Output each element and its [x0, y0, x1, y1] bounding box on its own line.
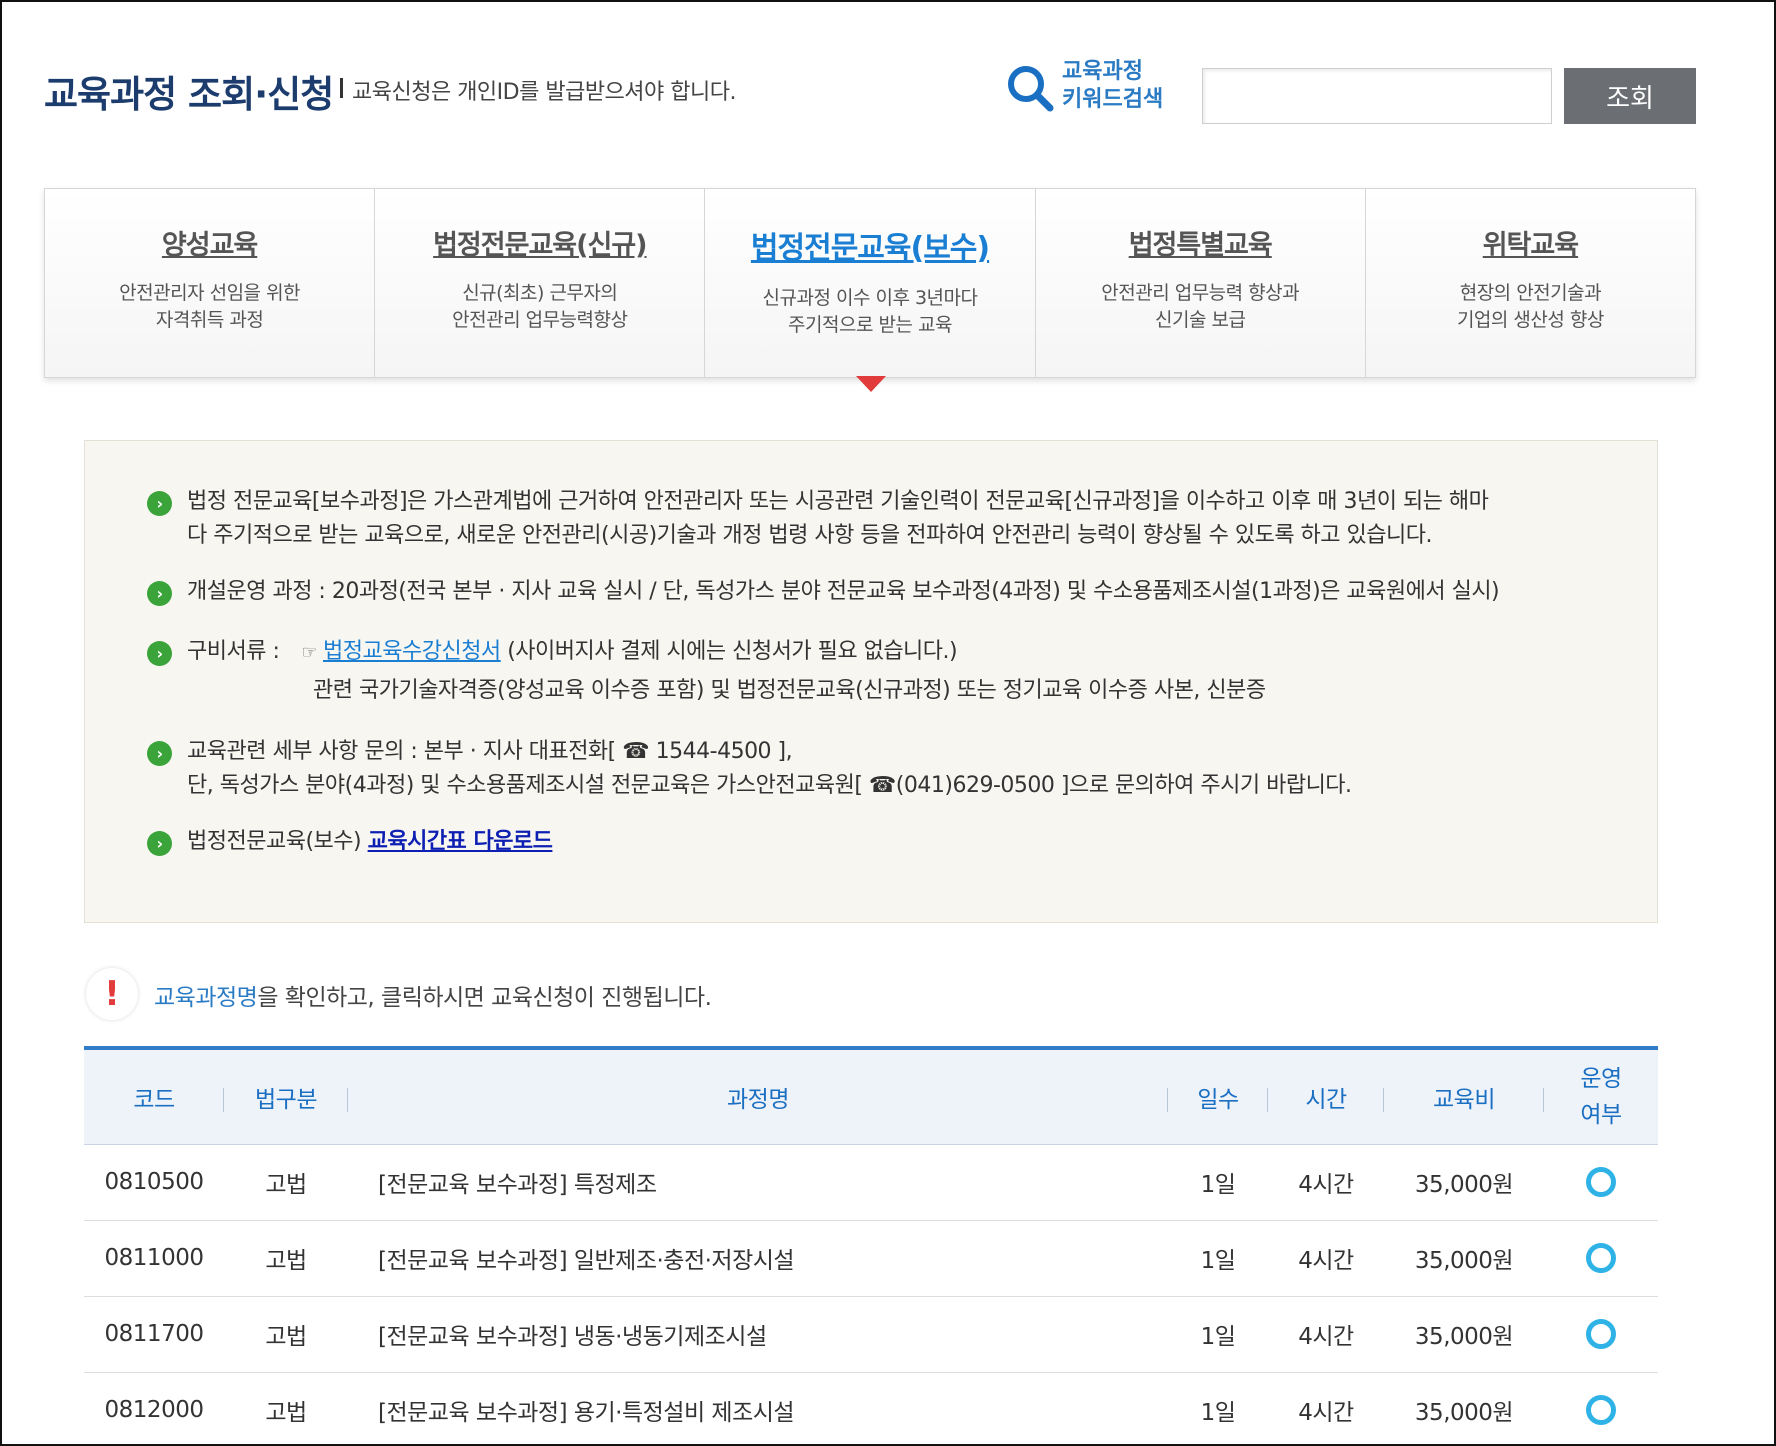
cell-course-name[interactable]: [전문교육 보수과정] 냉동·냉동기제조시설: [348, 1296, 1168, 1373]
search-label-line1: 교육과정: [1062, 59, 1143, 84]
cell-code: 0810500: [84, 1144, 224, 1221]
cell-days: 1일: [1168, 1372, 1268, 1446]
header-fee: 교육비: [1384, 1046, 1544, 1145]
table-header-row: 코드 법구분 과정명 일수 시간 교육비 운영 여부: [84, 1046, 1658, 1145]
notice-text: 교육과정명을 확인하고, 클릭하시면 교육신청이 진행됩니다.: [154, 985, 712, 1011]
hand-pointer-icon: ☞: [301, 642, 318, 663]
chevron-right-icon: ›: [147, 581, 172, 606]
tab-title[interactable]: 법정전문교육(신규): [375, 223, 704, 262]
page-title: 교육과정 조회·신청: [44, 73, 334, 116]
header-law: 법구분: [224, 1046, 348, 1145]
cell-fee: 35,000원: [1384, 1144, 1544, 1221]
open-circle-icon: [1586, 1167, 1616, 1197]
chevron-right-icon: ›: [147, 641, 172, 666]
cell-status: [1544, 1144, 1658, 1221]
application-form-link[interactable]: 법정교육수강신청서: [323, 639, 501, 664]
tab-description: 신규과정 이수 이후 3년마다 주기적으로 받는 교육: [762, 287, 979, 336]
cell-code: 0812000: [84, 1372, 224, 1446]
tab-title[interactable]: 양성교육: [45, 223, 374, 262]
cell-fee: 35,000원: [1384, 1296, 1544, 1373]
keyword-search-input[interactable]: [1202, 68, 1552, 124]
header-days: 일수: [1168, 1046, 1268, 1145]
cell-course-name[interactable]: [전문교육 보수과정] 용기·특정설비 제조시설: [348, 1372, 1168, 1446]
cell-status: [1544, 1296, 1658, 1373]
schedule-download-link[interactable]: 교육시간표 다운로드: [368, 829, 553, 854]
open-circle-icon: [1586, 1395, 1616, 1425]
tab-legal-new[interactable]: 법정전문교육(신규) 신규(최초) 근무자의 안전관리 업무능력향상: [375, 189, 706, 377]
chevron-right-icon: ›: [147, 831, 172, 856]
cell-status: [1544, 1372, 1658, 1446]
tab-title[interactable]: 법정전문교육(보수): [705, 223, 1034, 267]
table-row[interactable]: 0812000 고법 [전문교육 보수과정] 용기·특정설비 제조시설 1일 4…: [84, 1372, 1658, 1446]
tab-description: 안전관리자 선임을 위한 자격취득 과정: [119, 282, 301, 331]
open-circle-icon: [1586, 1243, 1616, 1273]
cell-law: 고법: [224, 1296, 348, 1373]
header-hours: 시간: [1268, 1046, 1384, 1145]
cell-course-name[interactable]: [전문교육 보수과정] 특정제조: [348, 1144, 1168, 1221]
cell-hours: 4시간: [1268, 1220, 1384, 1297]
info-item: › 개설운영 과정 : 20과정(전국 본부 · 지사 교육 실시 / 단, 독…: [147, 575, 1627, 609]
cell-code: 0811700: [84, 1296, 224, 1373]
cell-days: 1일: [1168, 1296, 1268, 1373]
keyword-search-label: 교육과정 키워드검색: [1062, 58, 1163, 114]
open-circle-icon: [1586, 1319, 1616, 1349]
cell-law: 고법: [224, 1220, 348, 1297]
tab-title[interactable]: 위탁교육: [1366, 223, 1695, 262]
header-code: 코드: [84, 1046, 224, 1145]
cell-law: 고법: [224, 1372, 348, 1446]
page-subtitle: 교육신청은 개인ID를 발급받으셔야 합니다.: [352, 80, 736, 105]
course-category-tabs: 양성교육 안전관리자 선임을 위한 자격취득 과정 법정전문교육(신규) 신규(최…: [44, 188, 1696, 378]
info-box: › 법정 전문교육[보수과정]은 가스관계법에 근거하여 안전관리자 또는 시공…: [84, 440, 1658, 923]
cell-course-name[interactable]: [전문교육 보수과정] 일반제조·충전·저장시설: [348, 1220, 1168, 1297]
tab-training[interactable]: 양성교육 안전관리자 선임을 위한 자격취득 과정: [45, 189, 376, 377]
cell-hours: 4시간: [1268, 1372, 1384, 1446]
active-tab-arrow-icon: [856, 376, 886, 392]
search-button[interactable]: 조회: [1564, 68, 1696, 124]
cell-status: [1544, 1220, 1658, 1297]
header-course-name: 과정명: [348, 1046, 1168, 1145]
cell-days: 1일: [1168, 1220, 1268, 1297]
chevron-right-icon: ›: [147, 741, 172, 766]
search-icon: [1008, 66, 1054, 112]
cell-hours: 4시간: [1268, 1144, 1384, 1221]
tab-consigned[interactable]: 위탁교육 현장의 안전기술과 기업의 생산성 향상: [1365, 189, 1696, 377]
course-table: 코드 법구분 과정명 일수 시간 교육비 운영 여부 0810500 고법 [전문…: [84, 1046, 1658, 1446]
info-item: › 법정 전문교육[보수과정]은 가스관계법에 근거하여 안전관리자 또는 시공…: [147, 485, 1627, 553]
cell-code: 0811000: [84, 1220, 224, 1297]
table-row[interactable]: 0811000 고법 [전문교육 보수과정] 일반제조·충전·저장시설 1일 4…: [84, 1220, 1658, 1297]
header-status: 운영 여부: [1544, 1046, 1658, 1145]
tab-title[interactable]: 법정특별교육: [1036, 223, 1365, 262]
exclamation-icon: !: [86, 968, 138, 1020]
tab-description: 현장의 안전기술과 기업의 생산성 향상: [1456, 282, 1604, 331]
table-row[interactable]: 0810500 고법 [전문교육 보수과정] 특정제조 1일 4시간 35,00…: [84, 1144, 1658, 1221]
chevron-right-icon: ›: [147, 491, 172, 516]
cell-fee: 35,000원: [1384, 1372, 1544, 1446]
info-item: › 법정전문교육(보수) 교육시간표 다운로드: [147, 825, 1627, 859]
cell-law: 고법: [224, 1144, 348, 1221]
tab-legal-refresher[interactable]: 법정전문교육(보수) 신규과정 이수 이후 3년마다 주기적으로 받는 교육: [705, 189, 1036, 377]
info-item: › 구비서류 : ☞ 법정교육수강신청서 (사이버지사 결제 시에는 신청서가 필요…: [147, 635, 1627, 708]
tab-description: 안전관리 업무능력 향상과 신기술 보급: [1101, 282, 1300, 331]
cell-hours: 4시간: [1268, 1296, 1384, 1373]
tab-legal-special[interactable]: 법정특별교육 안전관리 업무능력 향상과 신기술 보급: [1035, 189, 1366, 377]
table-row[interactable]: 0811700 고법 [전문교육 보수과정] 냉동·냉동기제조시설 1일 4시간…: [84, 1296, 1658, 1373]
cell-fee: 35,000원: [1384, 1220, 1544, 1297]
tab-description: 신규(최초) 근무자의 안전관리 업무능력향상: [452, 282, 628, 331]
info-item: › 교육관련 세부 사항 문의 : 본부 · 지사 대표전화[ ☎ 1544-4…: [147, 735, 1627, 803]
title-divider: [340, 78, 343, 98]
search-label-line2: 키워드검색: [1062, 87, 1164, 112]
cell-days: 1일: [1168, 1144, 1268, 1221]
